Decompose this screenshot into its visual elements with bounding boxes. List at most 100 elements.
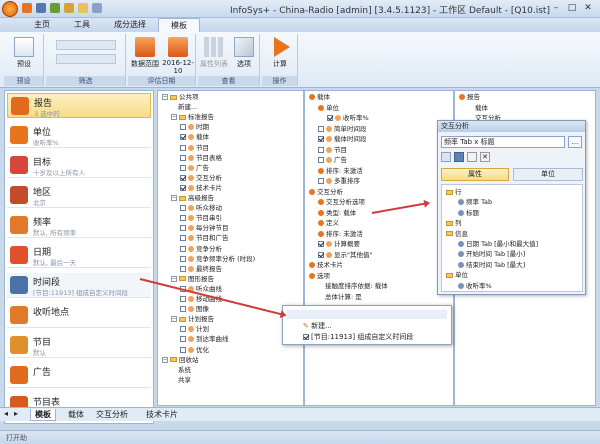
tree-row[interactable]: 总体计算: 是 [318, 293, 362, 302]
dialog-tree-row[interactable]: 列 [446, 219, 462, 228]
tree-row[interactable]: 系统 [171, 366, 191, 375]
tree-row[interactable]: 载体 [180, 133, 209, 142]
attributes-tab[interactable]: 属性 [441, 168, 509, 181]
tree-row[interactable]: 类型: 载体 [318, 209, 356, 218]
expand-icon[interactable]: − [162, 356, 168, 363]
checkbox[interactable] [180, 154, 186, 161]
dialog-tree-row[interactable]: 结束时间 Tab [最大] [458, 261, 525, 270]
tree-row[interactable]: 竞争分析 [180, 245, 222, 254]
doc-tab-cross-analysis[interactable]: 交互分析 [96, 409, 128, 420]
expand-icon[interactable]: − [171, 275, 177, 282]
checkbox[interactable] [180, 205, 186, 212]
tree-row[interactable]: 交互分析 [180, 174, 222, 183]
expand-icon[interactable]: − [162, 94, 168, 100]
left-nav-item[interactable]: 单位 收听率% [7, 123, 151, 148]
checkbox[interactable] [318, 146, 324, 153]
checkbox[interactable] [180, 326, 186, 333]
tree-row[interactable]: 计划 [180, 325, 209, 334]
tree-row[interactable]: 计算概要 [318, 240, 360, 249]
tree-row[interactable]: 技术卡片 [309, 261, 343, 270]
tree-row[interactable]: − 图形报告 [171, 275, 214, 284]
units-tab[interactable]: 单位 [513, 168, 583, 181]
checkbox[interactable] [318, 241, 324, 247]
dialog-tree-row[interactable]: 单位 [446, 271, 468, 280]
tree-row[interactable]: 到达率曲线 [180, 335, 229, 344]
dialog-tree-row[interactable]: 收听率% [458, 282, 492, 291]
app-menu-button[interactable] [2, 1, 18, 17]
popup-time-item[interactable]: [节目:11913] 组成自定义时间段 [303, 333, 413, 342]
tree-row[interactable]: 单位 [318, 104, 339, 113]
dialog-tree-row[interactable]: 开始时间 Tab [最小] [458, 250, 525, 259]
checkbox[interactable] [180, 245, 186, 252]
expand-icon[interactable]: − [171, 316, 177, 323]
tree-row[interactable]: 显示"其他值" [318, 251, 372, 260]
checkbox[interactable] [180, 306, 186, 313]
dialog-tree-row[interactable]: 频率 Tab [458, 198, 492, 207]
dialog-tree-row[interactable]: 信息 [446, 230, 468, 239]
tree-row[interactable]: 接触度排序依据: 载体 [318, 282, 388, 291]
tree-row[interactable]: − 标准报告 [171, 113, 214, 122]
tree-row[interactable]: 交互分析 [309, 188, 343, 197]
checkbox[interactable] [318, 136, 324, 142]
checkbox[interactable] [180, 174, 186, 181]
tree-row[interactable]: 节目 [318, 146, 347, 155]
dialog-tree-row[interactable]: 标题 [458, 209, 479, 218]
left-nav-item[interactable]: 时间段 [节目:11913] 组成自定义时间段 [7, 273, 151, 298]
tree-row[interactable]: 时期 [180, 123, 209, 132]
calculate-button[interactable]: 计算 [266, 37, 294, 69]
play-icon[interactable] [22, 3, 32, 13]
tree-row[interactable]: 载体 [309, 93, 330, 102]
checkbox[interactable] [327, 115, 333, 121]
dialog-tree-row[interactable]: 行 [446, 188, 462, 197]
checkbox[interactable] [180, 134, 186, 141]
tree-row[interactable]: 排序: 未激活 [318, 230, 363, 239]
checkbox[interactable] [318, 125, 324, 132]
popup-new-item[interactable]: ✎ 新建... [303, 322, 332, 331]
more-button[interactable]: ... [568, 136, 582, 148]
filter-box[interactable] [56, 40, 116, 50]
close-icon[interactable]: ✕ [480, 152, 490, 162]
checkbox[interactable] [180, 296, 186, 302]
doc-tab-vehicle[interactable]: 载体 [68, 409, 84, 420]
filter-box-2[interactable] [56, 54, 116, 64]
preset-button[interactable]: 预设 [10, 37, 38, 69]
tree-row[interactable]: − 回收站 [162, 356, 199, 365]
checkbox[interactable] [180, 144, 186, 151]
save-icon[interactable] [454, 152, 464, 162]
tree-row[interactable]: 排序: 未激活 [318, 167, 363, 176]
tree-row[interactable]: − 计划报告 [171, 315, 214, 324]
left-nav-item[interactable]: 报告 3 选中的 [7, 93, 151, 118]
tree-row[interactable]: 定义 [318, 219, 339, 228]
tab-scroll-left[interactable]: ◂ [4, 409, 8, 418]
tree-row[interactable]: 最终报告 [180, 265, 222, 274]
tree-row[interactable]: 共享 [171, 376, 191, 385]
tab-scroll-right[interactable]: ▸ [14, 409, 18, 418]
minimize-button[interactable]: – [548, 2, 564, 14]
doc-tab-tech-card[interactable]: 技术卡片 [146, 409, 178, 420]
tree-row[interactable]: 多重排序 [318, 177, 360, 186]
tree-row[interactable]: 优化 [180, 346, 209, 355]
tab-tools[interactable]: 工具 [62, 18, 102, 32]
maximize-button[interactable]: □ [564, 2, 580, 14]
left-nav-item[interactable]: 收听地点 [7, 303, 151, 328]
checkbox[interactable] [318, 157, 324, 163]
tree-row[interactable]: 报告 [459, 93, 480, 102]
checkbox[interactable] [180, 255, 186, 262]
doc-icon[interactable] [92, 3, 102, 13]
tree-row[interactable]: 交互分析选项 [318, 198, 365, 207]
date-button[interactable]: 2016-12-10 [162, 37, 194, 75]
checkbox[interactable] [180, 235, 186, 242]
edit-icon[interactable] [64, 3, 74, 13]
checkbox[interactable] [318, 251, 324, 258]
expand-icon[interactable]: − [171, 114, 177, 121]
checkbox[interactable] [180, 184, 186, 191]
tree-row[interactable]: 简单时间段 [318, 125, 367, 134]
tree-row[interactable]: − 公共项 [162, 93, 199, 102]
save-icon[interactable] [36, 3, 46, 13]
refresh-icon[interactable] [50, 3, 60, 13]
tree-row[interactable]: 载体 [468, 104, 488, 113]
tree-row[interactable]: 广告 [318, 156, 347, 165]
tree-row[interactable]: 广告 [180, 164, 209, 173]
tree-row[interactable]: 收听率% [327, 114, 369, 123]
checkbox[interactable] [303, 334, 309, 340]
